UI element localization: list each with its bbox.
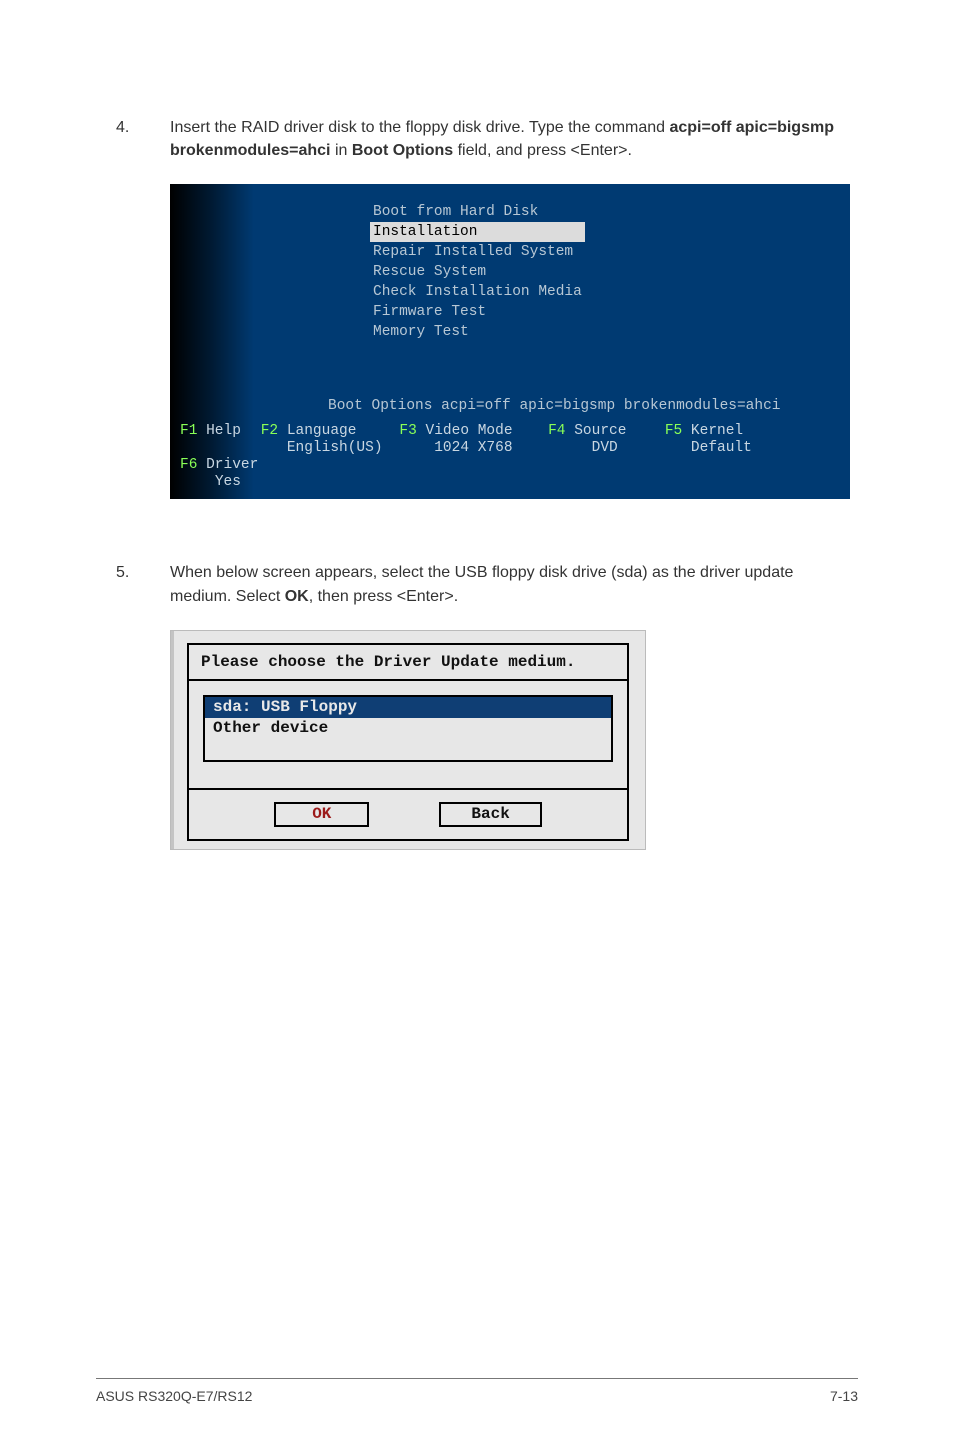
boot-menu-item[interactable]: Check Installation Media [370, 282, 585, 302]
boot-options-input[interactable]: acpi=off apic=bigsmp brokenmodules=ahci [441, 398, 780, 414]
f2-key: F2 [261, 423, 278, 439]
f3-sub: 1024 X768 [434, 440, 512, 456]
f5-label: Kernel [691, 423, 743, 439]
boot-menu-item-selected[interactable]: Installation [370, 222, 585, 242]
step4-number: 4. [116, 116, 170, 162]
step4-text: Insert the RAID driver disk to the flopp… [170, 116, 858, 162]
f1-col[interactable]: F1 Help [180, 423, 252, 440]
boot-screen: Boot from Hard Disk Installation Repair … [170, 184, 850, 499]
f5-sub: Default [691, 440, 752, 456]
dialog-list-item-blank [205, 739, 611, 760]
f4-key: F4 [548, 423, 565, 439]
dialog-buttons: OK Back [189, 788, 627, 839]
step4-mid: in [331, 142, 352, 159]
f4-col[interactable]: F4 Source DVD [548, 423, 656, 457]
boot-menu-item[interactable]: Repair Installed System [370, 242, 585, 262]
dialog-list-area: sda: USB Floppy Other device [189, 681, 627, 788]
f5-col[interactable]: F5 Kernel Default [665, 423, 773, 457]
step5-text: When below screen appears, select the US… [170, 561, 858, 607]
boot-menu-item[interactable]: Memory Test [370, 322, 585, 342]
boot-menu-item[interactable]: Firmware Test [370, 302, 585, 322]
step4-pre: Insert the RAID driver disk to the flopp… [170, 119, 669, 136]
dialog-title: Please choose the Driver Update medium. [189, 645, 627, 681]
f3-key: F3 [399, 423, 416, 439]
step4-bold2: Boot Options [352, 142, 453, 159]
footer-left: ASUS RS320Q-E7/RS12 [96, 1388, 252, 1404]
f6-col[interactable]: F6 Driver Yes [180, 457, 266, 491]
f6-sub: Yes [215, 474, 241, 490]
page-footer: ASUS RS320Q-E7/RS12 7-13 [96, 1378, 858, 1404]
dialog-inner: Please choose the Driver Update medium. … [187, 643, 629, 841]
dialog-list: sda: USB Floppy Other device [203, 695, 613, 762]
boot-menu-item[interactable]: Rescue System [370, 262, 585, 282]
fkeys-row: F1 Help F2 Language English(US) F3 Video… [180, 423, 840, 491]
footer-right: 7-13 [830, 1388, 858, 1404]
step5-bold1: OK [285, 588, 309, 605]
f2-sub: English(US) [287, 440, 383, 456]
boot-options-line[interactable]: Boot Options acpi=off apic=bigsmp broken… [328, 398, 780, 414]
f2-label: Language [287, 423, 357, 439]
step5-number: 5. [116, 561, 170, 607]
f6-label: Driver [206, 457, 258, 473]
boot-options-label: Boot Options [328, 398, 432, 414]
step4-after: field, and press <Enter>. [453, 142, 632, 159]
f1-label: Help [206, 423, 241, 439]
step5-after: , then press <Enter>. [309, 588, 458, 605]
f3-label: Video Mode [426, 423, 513, 439]
boot-menu-item[interactable]: Boot from Hard Disk [370, 202, 585, 222]
f5-key: F5 [665, 423, 682, 439]
driver-update-dialog: Please choose the Driver Update medium. … [170, 630, 646, 850]
f4-label: Source [574, 423, 626, 439]
back-button[interactable]: Back [439, 802, 541, 827]
dialog-list-item-selected[interactable]: sda: USB Floppy [205, 697, 611, 718]
dialog-list-item[interactable]: Other device [205, 718, 611, 739]
boot-menu: Boot from Hard Disk Installation Repair … [370, 202, 585, 342]
step5-pre: When below screen appears, select the US… [170, 564, 793, 604]
f4-sub: DVD [592, 440, 618, 456]
f6-key: F6 [180, 457, 197, 473]
f2-col[interactable]: F2 Language English(US) [261, 423, 391, 457]
ok-button[interactable]: OK [274, 802, 369, 827]
f1-key: F1 [180, 423, 197, 439]
f3-col[interactable]: F3 Video Mode 1024 X768 [399, 423, 539, 457]
